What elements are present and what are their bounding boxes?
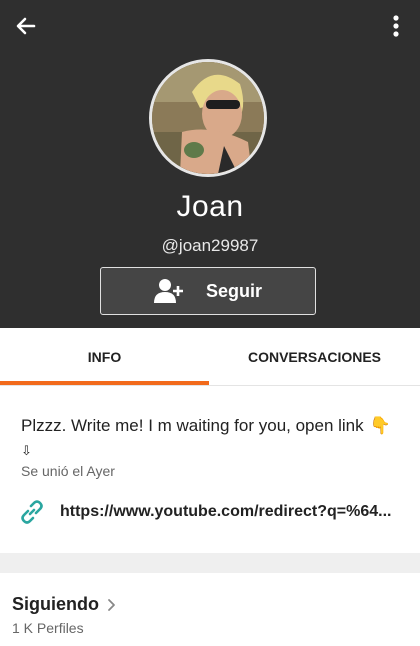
back-button[interactable] bbox=[12, 12, 40, 40]
chevron-right-icon bbox=[108, 598, 115, 611]
following-section: Siguiendo 1 K Perfiles bbox=[0, 573, 420, 646]
avatar-photo bbox=[152, 62, 264, 174]
more-options-button[interactable] bbox=[384, 12, 408, 40]
following-link[interactable]: Siguiendo bbox=[12, 594, 116, 615]
tab-conversations[interactable]: CONVERSACIONES bbox=[209, 328, 420, 386]
bio-message: Plzzz. Write me! I m waiting for you, op… bbox=[21, 416, 364, 435]
follow-button-label: Seguir bbox=[205, 280, 262, 301]
down-arrow-glyph: ⇩ bbox=[21, 443, 32, 458]
following-title: Siguiendo bbox=[12, 594, 99, 614]
tab-info[interactable]: INFO bbox=[0, 328, 209, 386]
profile-handle: @joan29987 bbox=[161, 236, 259, 255]
following-count: 1 K Perfiles bbox=[12, 620, 84, 636]
joined-date: Se unió el Ayer bbox=[21, 463, 115, 479]
active-tab-indicator bbox=[0, 381, 209, 385]
profile-header: Joan @joan29987 Seguir bbox=[0, 0, 420, 328]
profile-link-url: https://www.youtube.com/redirect?q=%64..… bbox=[60, 503, 392, 520]
profile-link[interactable]: https://www.youtube.com/redirect?q=%64..… bbox=[18, 497, 408, 527]
arrow-left-icon bbox=[16, 17, 36, 35]
link-icon bbox=[18, 498, 46, 526]
profile-name: Joan bbox=[176, 190, 244, 223]
about-section: Plzzz. Write me! I m waiting for you, op… bbox=[0, 387, 420, 553]
section-divider bbox=[0, 553, 420, 573]
follow-button[interactable]: Seguir bbox=[100, 267, 316, 315]
bio-text: Plzzz. Write me! I m waiting for you, op… bbox=[21, 415, 401, 437]
add-user-icon bbox=[153, 278, 184, 304]
avatar[interactable] bbox=[149, 59, 267, 177]
pointing-down-emoji: 👇 bbox=[369, 416, 391, 435]
more-vertical-icon bbox=[393, 15, 399, 37]
profile-tabs: INFO CONVERSACIONES bbox=[0, 328, 420, 386]
